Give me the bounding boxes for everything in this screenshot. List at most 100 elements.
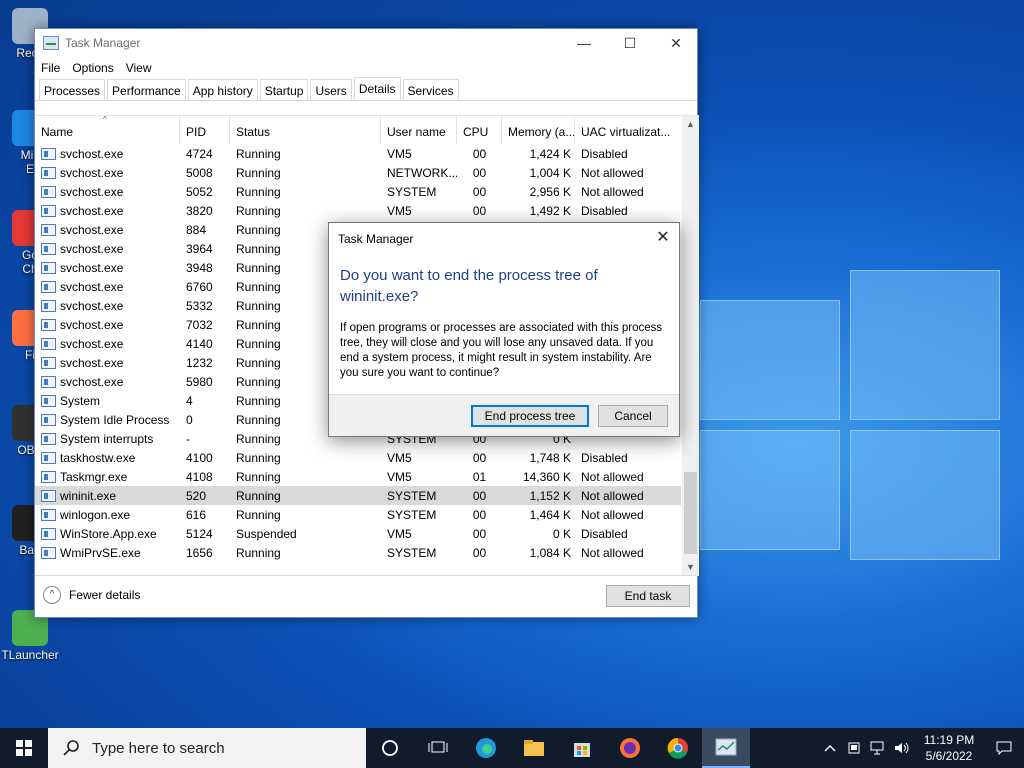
minimize-button[interactable]: —: [561, 29, 607, 57]
clock[interactable]: 11:19 PM 5/6/2022: [914, 732, 984, 764]
cell-cpu: 00: [472, 165, 487, 180]
cell-uac: Not allowed: [581, 469, 644, 484]
cell-status: Suspended: [236, 526, 297, 541]
cortana-icon[interactable]: [366, 728, 414, 768]
cell-pid: 884: [186, 222, 207, 237]
cell-mem: 1,084 K: [529, 545, 571, 560]
column-header-pid[interactable]: PID: [180, 116, 230, 144]
process-icon: [41, 166, 56, 179]
dialog-close-icon[interactable]: ✕: [647, 223, 679, 253]
cancel-button[interactable]: Cancel: [598, 405, 668, 427]
file-explorer-icon[interactable]: [510, 728, 558, 768]
network-icon[interactable]: [866, 728, 890, 768]
chrome-icon[interactable]: [654, 728, 702, 768]
cell-mem: 2,956 K: [529, 184, 571, 199]
process-icon: [41, 318, 56, 331]
title-bar[interactable]: Task Manager — ☐ ✕: [35, 29, 697, 57]
system-tray: 11:19 PM 5/6/2022: [818, 728, 1024, 768]
tab-users[interactable]: Users: [310, 79, 352, 100]
cell-status: Running: [236, 146, 281, 161]
cell-name: svchost.exe: [35, 147, 180, 161]
volume-icon[interactable]: [890, 728, 914, 768]
close-button[interactable]: ✕: [653, 29, 699, 57]
table-row[interactable]: taskhostw.exe 4100 Running VM5 00 1,748 K Disa…: [35, 448, 681, 467]
store-icon[interactable]: [558, 728, 606, 768]
process-icon: [41, 280, 56, 293]
end-process-tree-button[interactable]: End process tree: [471, 405, 589, 427]
process-name: svchost.exe: [60, 241, 124, 256]
start-button[interactable]: [0, 728, 48, 768]
chevron-up-icon[interactable]: [818, 728, 842, 768]
table-row[interactable]: WmiPrvSE.exe 1656 Running SYSTEM 00 1,084 K No…: [35, 543, 681, 562]
table-row[interactable]: svchost.exe 5052 Running SYSTEM 00 2,956 K Not…: [35, 182, 681, 201]
search-icon: [63, 740, 79, 756]
notifications-icon[interactable]: [984, 728, 1024, 768]
tab-details[interactable]: Details: [353, 77, 401, 100]
process-icon: [41, 413, 56, 426]
process-icon: [41, 356, 56, 369]
cell-name: svchost.exe: [35, 299, 180, 313]
dialog-title: Task Manager: [338, 232, 414, 246]
taskbar-search-box[interactable]: Type here to search: [48, 728, 366, 768]
task-manager-taskbar-icon[interactable]: [702, 728, 750, 768]
table-row[interactable]: winlogon.exe 616 Running SYSTEM 00 1,464 K Not…: [35, 505, 681, 524]
column-header-name[interactable]: ^ Name: [35, 116, 180, 144]
scroll-down-icon[interactable]: ▼: [682, 559, 699, 576]
cell-pid: 5980: [186, 374, 213, 389]
tab-performance[interactable]: Performance: [107, 79, 186, 100]
cell-name: svchost.exe: [35, 166, 180, 180]
cell-user: SYSTEM: [387, 184, 437, 199]
tab-startup[interactable]: Startup: [259, 79, 309, 100]
desktop-icon-label: TLauncher: [1, 648, 59, 662]
table-row[interactable]: Taskmgr.exe 4108 Running VM5 01 14,360 K Not a…: [35, 467, 681, 486]
scroll-up-icon[interactable]: ▲: [682, 116, 699, 133]
menu-file[interactable]: File: [39, 61, 70, 75]
column-header-memory[interactable]: Memory (a...: [502, 116, 575, 144]
scroll-thumb[interactable]: [684, 472, 697, 554]
cell-pid: 520: [186, 488, 207, 503]
window-title: Task Manager: [65, 36, 141, 50]
tab-services[interactable]: Services: [402, 79, 459, 100]
cell-user: SYSTEM: [387, 507, 437, 522]
process-icon: [41, 242, 56, 255]
table-row[interactable]: svchost.exe 5008 Running NETWORK... 00 1,004 …: [35, 163, 681, 182]
cell-name: svchost.exe: [35, 204, 180, 218]
end-process-tree-dialog[interactable]: Task Manager ✕ Do you want to end the pr…: [328, 222, 680, 437]
cell-pid: 616: [186, 507, 207, 522]
process-icon: [41, 204, 56, 217]
maximize-button[interactable]: ☐: [607, 29, 653, 57]
tab-app-history[interactable]: App history: [187, 79, 258, 100]
cell-cpu: 00: [472, 203, 487, 218]
table-row[interactable]: svchost.exe 4724 Running VM5 00 1,424 K Disabl…: [35, 144, 681, 163]
cell-user: VM5: [387, 526, 412, 541]
menu-options[interactable]: Options: [70, 61, 123, 75]
end-task-button[interactable]: End task: [606, 585, 690, 607]
column-header-cpu[interactable]: CPU: [457, 116, 502, 144]
cell-pid: 1656: [186, 545, 213, 560]
edge-icon[interactable]: [462, 728, 510, 768]
task-view-icon[interactable]: [414, 728, 462, 768]
column-header-status[interactable]: Status: [230, 116, 381, 144]
table-row[interactable]: svchost.exe 3820 Running VM5 00 1,492 K Disabl…: [35, 201, 681, 220]
tab-processes[interactable]: Processes: [39, 79, 106, 100]
cell-mem: 1,004 K: [529, 165, 571, 180]
column-header-user-name[interactable]: User name: [381, 116, 457, 144]
cell-cpu: 00: [472, 184, 487, 199]
firefox-icon[interactable]: [606, 728, 654, 768]
column-header-uac[interactable]: UAC virtualizat...: [575, 116, 681, 144]
process-icon: [41, 337, 56, 350]
vertical-scrollbar[interactable]: ▲ ▼: [682, 116, 699, 576]
sort-arrow-icon: ^: [103, 116, 107, 124]
device-icon[interactable]: [842, 728, 866, 768]
cell-name: wininit.exe: [35, 489, 180, 503]
cell-pid: 4: [186, 393, 193, 408]
process-name: svchost.exe: [60, 184, 124, 199]
cell-mem: 1,492 K: [529, 203, 571, 218]
table-row[interactable]: WinStore.App.exe 5124 Suspended VM5 00 0 K Dis…: [35, 524, 681, 543]
cell-mem: 1,748 K: [529, 450, 571, 465]
fewer-details-link[interactable]: ^ Fewer details: [43, 586, 140, 604]
menu-view[interactable]: View: [124, 61, 162, 75]
process-icon: [41, 147, 56, 160]
table-row[interactable]: wininit.exe 520 Running SYSTEM 00 1,152 K Not …: [35, 486, 681, 505]
cell-name: svchost.exe: [35, 337, 180, 351]
